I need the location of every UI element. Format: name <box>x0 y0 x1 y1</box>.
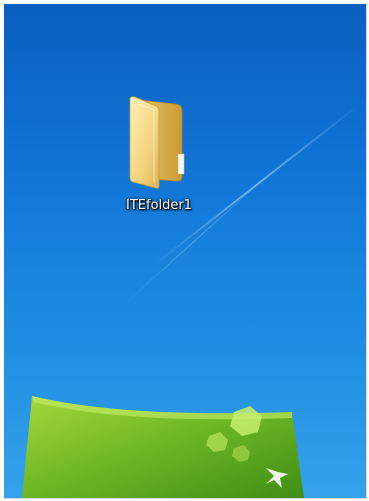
desktop[interactable]: ITEfolder1 <box>4 4 367 499</box>
desktop-icon-label[interactable]: ITEfolder1 <box>126 198 192 213</box>
wallpaper-green-shapes <box>22 396 304 498</box>
folder-icon <box>129 96 185 189</box>
desktop-icon-itefolder1[interactable]: ITEfolder1 <box>104 94 214 213</box>
